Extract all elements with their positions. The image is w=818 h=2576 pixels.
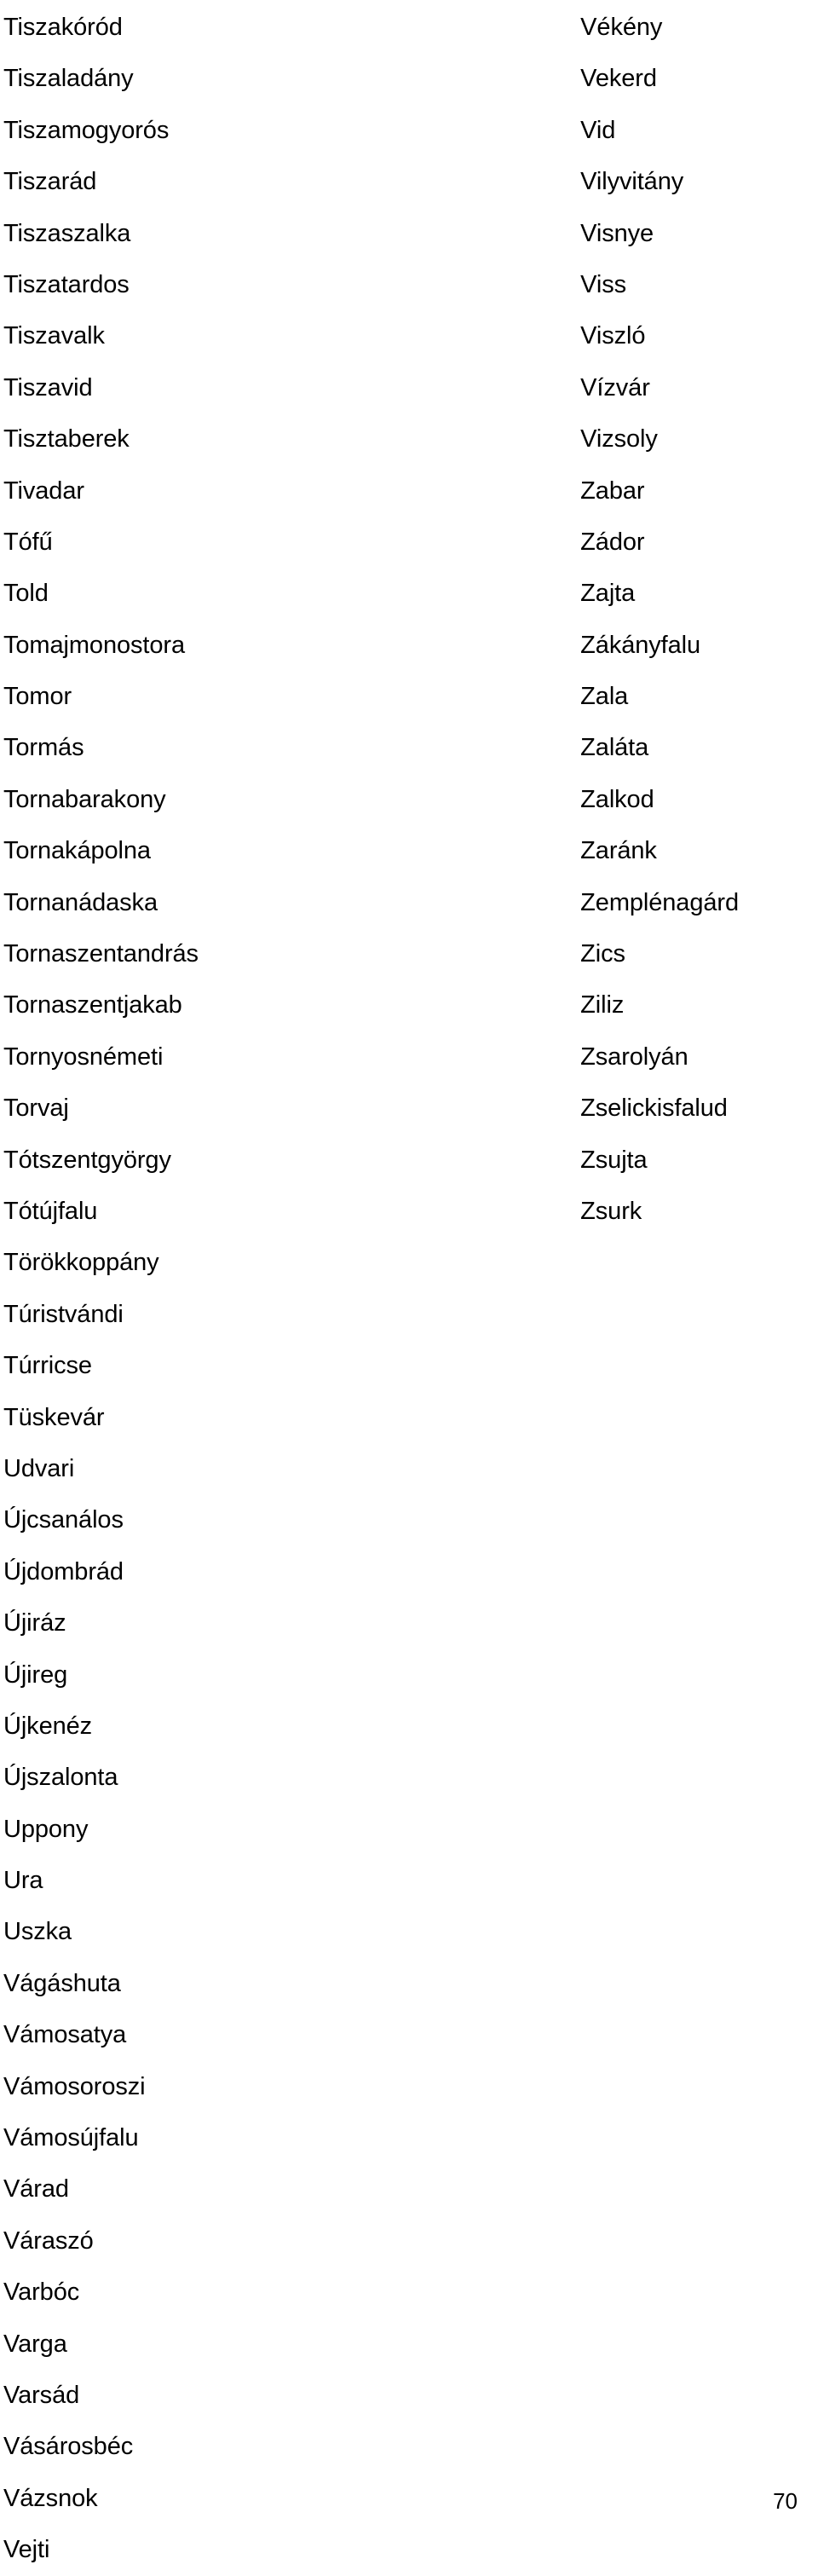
list-item: Zsarolyán: [580, 1043, 688, 1071]
list-item: Tüskevár: [3, 1403, 105, 1431]
list-item: Varga: [3, 2330, 67, 2358]
list-item: Újkenéz: [3, 1712, 93, 1740]
right-column-list: Vékény Vekerd Vid Vilyvitány Visnye Viss Viszl…: [580, 2, 818, 1237]
list-item: Újszalonta: [3, 1764, 118, 1792]
list-item: Vizsoly: [580, 425, 658, 453]
list-item: Zsujta: [580, 1146, 648, 1174]
list-item: Vilyvitány: [580, 168, 684, 196]
list-item: Túrricse: [3, 1352, 92, 1380]
list-item: Ziliz: [580, 991, 625, 1019]
list-item: Tiszakóród: [3, 14, 123, 41]
list-item: Tiszaladány: [3, 65, 134, 93]
list-item: Tiszamogyorós: [3, 116, 170, 144]
page-number: 70: [773, 2488, 798, 2514]
list-item: Tiszavalk: [3, 322, 105, 350]
list-item: Zalkod: [580, 785, 654, 813]
list-item: Tótújfalu: [3, 1197, 98, 1225]
list-item: Udvari: [3, 1454, 75, 1482]
list-item: Tófű: [3, 528, 53, 556]
list-item: Tivadar: [3, 477, 84, 505]
list-item: Vázsnok: [3, 2484, 98, 2512]
list-item: Tornakápolna: [3, 837, 151, 865]
place-name-columns: Tiszakóród Tiszaladány Tiszamogyorós Tiszar…: [0, 2, 818, 2576]
list-item: Zaláta: [580, 734, 649, 762]
list-item: Vid: [580, 116, 616, 144]
list-item: Vekerd: [580, 65, 657, 93]
list-item: Viszló: [580, 322, 646, 350]
list-item: Uszka: [3, 1918, 72, 1946]
list-item: Torvaj: [3, 1095, 69, 1123]
document-page: Tiszakóród Tiszaladány Tiszamogyorós Tiszar…: [0, 0, 818, 2563]
list-item: Tisztaberek: [3, 425, 130, 453]
list-item: Vámosoroszi: [3, 2072, 146, 2100]
list-item: Vágáshuta: [3, 1969, 121, 1997]
list-item: Tornabarakony: [3, 785, 166, 813]
list-item: Zákányfalu: [580, 631, 701, 659]
list-item: Zics: [580, 940, 625, 968]
list-item: Tiszavid: [3, 373, 93, 401]
list-item: Tomor: [3, 683, 72, 711]
list-item: Vásárosbéc: [3, 2433, 134, 2461]
list-item: Tomajmonostora: [3, 631, 185, 659]
list-item: Zala: [580, 683, 629, 711]
list-item: Törökkoppány: [3, 1249, 159, 1277]
list-item: Zádor: [580, 528, 645, 556]
list-item: Varsád: [3, 2381, 80, 2409]
list-item: Ura: [3, 1867, 43, 1895]
list-item: Tiszatardos: [3, 270, 130, 298]
list-item: Zselickisfalud: [580, 1095, 728, 1123]
list-item: Újcsanálos: [3, 1506, 124, 1534]
list-item: Told: [3, 580, 49, 608]
list-item: Vámosújfalu: [3, 2124, 139, 2152]
list-item: Újireg: [3, 1661, 68, 1689]
list-item: Tormás: [3, 734, 84, 762]
list-item: Zajta: [580, 580, 636, 608]
list-item: Vízvár: [580, 373, 650, 401]
list-item: Visnye: [580, 219, 654, 247]
list-item: Tornanádaska: [3, 888, 158, 916]
list-item: Újdombrád: [3, 1557, 124, 1585]
list-item: Vékény: [580, 14, 663, 41]
list-item: Zemplénagárd: [580, 888, 739, 916]
list-item: Tótszentgyörgy: [3, 1146, 171, 1174]
list-item: Várad: [3, 2175, 69, 2203]
list-item: Zabar: [580, 477, 645, 505]
list-item: Tornyosnémeti: [3, 1043, 164, 1071]
list-item: Tornaszentjakab: [3, 991, 182, 1019]
list-item: Tiszaszalka: [3, 219, 131, 247]
list-item: Újiráz: [3, 1609, 66, 1637]
list-item: Zaránk: [580, 837, 657, 865]
list-item: Vámosatya: [3, 2021, 127, 2049]
list-item: Tiszarád: [3, 168, 97, 196]
list-item: Tornaszentandrás: [3, 940, 199, 968]
list-item: Váraszó: [3, 2227, 94, 2255]
left-column-list: Tiszakóród Tiszaladány Tiszamogyorós Tiszar…: [0, 2, 580, 2576]
list-item: Túristvándi: [3, 1300, 124, 1328]
list-item: Vejti: [3, 2536, 50, 2564]
list-item: Zsurk: [580, 1197, 642, 1225]
list-item: Uppony: [3, 1815, 89, 1843]
list-item: Viss: [580, 270, 627, 298]
list-item: Varbóc: [3, 2279, 80, 2307]
